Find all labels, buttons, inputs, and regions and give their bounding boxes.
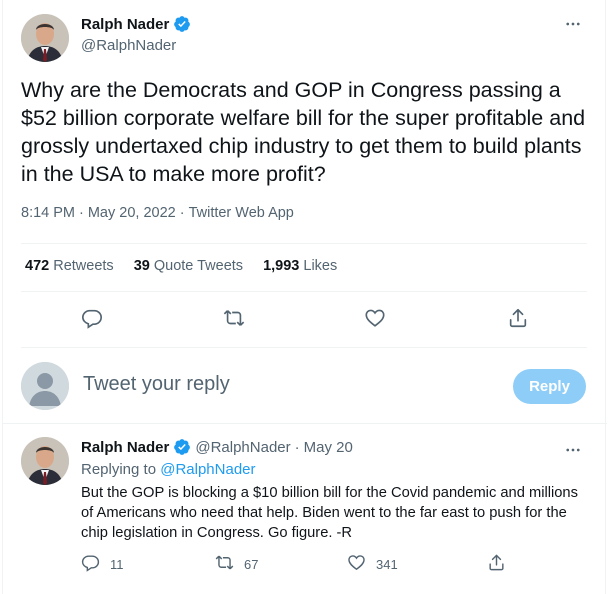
- likes-stat[interactable]: 1,993 Likes: [263, 258, 337, 274]
- current-user-avatar[interactable]: [21, 362, 69, 410]
- like-icon[interactable]: [363, 306, 387, 330]
- retweets-stat[interactable]: 472 Retweets: [25, 258, 114, 274]
- author-avatar[interactable]: [21, 14, 69, 62]
- share-icon: [487, 553, 506, 575]
- divider: [21, 243, 587, 244]
- reply-date[interactable]: May 20: [304, 439, 353, 456]
- retweet-icon[interactable]: [222, 306, 246, 330]
- author-block: Ralph Nader @RalphNader: [81, 14, 191, 54]
- retweets-count: 472: [25, 258, 50, 274]
- verified-badge-icon: [173, 438, 191, 456]
- more-options-icon[interactable]: [563, 440, 583, 460]
- reply-author-name[interactable]: Ralph Nader: [81, 439, 169, 456]
- reply-count: 11: [110, 556, 124, 572]
- reply-share-button[interactable]: [487, 553, 506, 575]
- engagement-stats: 472 Retweets 39 Quote Tweets 1,993 Likes: [25, 258, 337, 274]
- reply-button[interactable]: Reply: [513, 369, 586, 404]
- share-icon[interactable]: [506, 306, 530, 330]
- default-avatar-icon: [21, 362, 69, 410]
- meta-separator: ·: [79, 205, 84, 221]
- more-options-icon[interactable]: [563, 14, 583, 34]
- tweet-thread: Ralph Nader @RalphNader Why are the Demo…: [2, 0, 607, 594]
- retweet-count: 67: [244, 556, 259, 572]
- tweet-time[interactable]: 8:14 PM: [21, 205, 75, 221]
- divider: [3, 423, 607, 424]
- reply-reply-button[interactable]: 11: [81, 553, 124, 575]
- author-handle[interactable]: @RalphNader: [81, 37, 191, 54]
- tweet-date[interactable]: May 20, 2022: [88, 205, 176, 221]
- retweets-label: Retweets: [53, 258, 114, 274]
- divider: [21, 291, 587, 292]
- reply-input[interactable]: Tweet your reply: [83, 373, 230, 396]
- meta-separator: ·: [294, 438, 300, 456]
- reply-header: Ralph Nader @RalphNader · May 20: [81, 438, 353, 456]
- replying-label: Replying to: [81, 461, 157, 478]
- quote-tweets-count: 39: [133, 258, 150, 274]
- like-count: 341: [376, 556, 398, 572]
- reply-icon: [81, 553, 100, 575]
- reply-like-button[interactable]: 341: [347, 553, 398, 575]
- tweet-text: Why are the Democrats and GOP in Congres…: [21, 78, 586, 186]
- verified-badge-icon: [173, 15, 191, 33]
- quote-tweets-label: Quote Tweets: [153, 258, 244, 274]
- retweet-icon: [215, 553, 234, 575]
- replying-to: Replying to @RalphNader: [81, 461, 256, 478]
- reply-author-handle[interactable]: @RalphNader: [195, 439, 290, 456]
- author-name[interactable]: Ralph Nader: [81, 16, 169, 33]
- portrait-image: [21, 437, 69, 485]
- tweet-source[interactable]: Twitter Web App: [189, 205, 294, 221]
- reply-author-avatar[interactable]: [21, 437, 69, 485]
- quote-tweets-stat[interactable]: 39 Quote Tweets: [134, 258, 243, 274]
- divider: [21, 347, 587, 348]
- tweet-meta: 8:14 PM · May 20, 2022 · Twitter Web App: [21, 205, 294, 221]
- likes-count: 1,993: [263, 258, 300, 274]
- reply-retweet-button[interactable]: 67: [215, 553, 258, 575]
- tweet-actions-bar: [3, 302, 607, 336]
- like-icon: [347, 553, 366, 575]
- portrait-image: [21, 14, 69, 62]
- replying-handle-link[interactable]: @RalphNader: [160, 461, 255, 478]
- reply-actions-bar: 11 67 341: [81, 553, 581, 577]
- likes-label: Likes: [303, 258, 338, 274]
- reply-text: But the GOP is blocking a $10 billion bi…: [81, 485, 578, 541]
- meta-separator: ·: [179, 205, 185, 221]
- reply-icon[interactable]: [80, 306, 104, 330]
